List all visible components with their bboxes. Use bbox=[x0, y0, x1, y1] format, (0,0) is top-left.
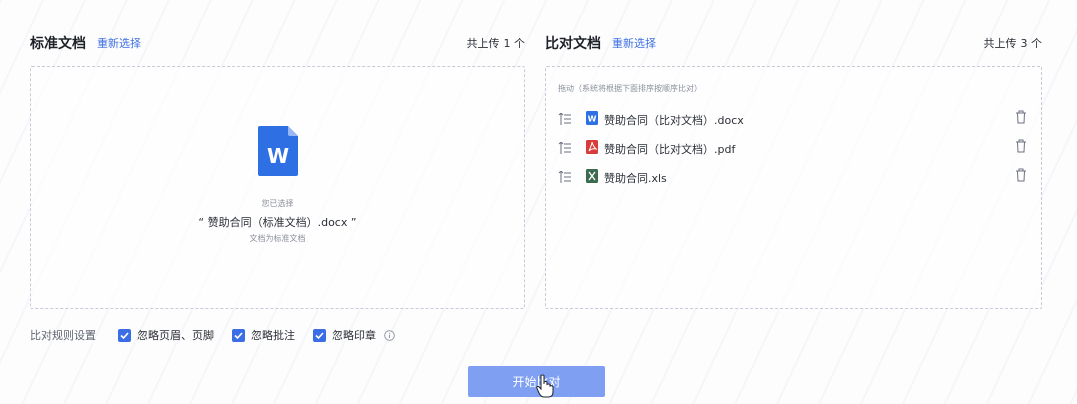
standard-dropzone[interactable]: W 您已选择 “ 赞助合同（标准文档）.docx ” 文档为标准文档 bbox=[30, 66, 525, 309]
standard-reselect-link[interactable]: 重新选择 bbox=[97, 35, 141, 51]
compare-upload-count: 共上传 3 个 bbox=[984, 35, 1043, 51]
compare-count-label: 共上传 bbox=[983, 37, 1017, 50]
chosen-label: 您已选择 bbox=[261, 199, 294, 208]
delete-icon[interactable] bbox=[1015, 110, 1027, 124]
compare-file-list: 拖动（系统将根据下面排序按顺序比对） W 赞助合同（比对文档）.docx 赞助合… bbox=[545, 66, 1042, 309]
compare-reselect-link[interactable]: 重新选择 bbox=[612, 35, 656, 51]
standard-title: 标准文档 bbox=[30, 36, 86, 52]
hand-cursor-icon bbox=[536, 374, 554, 398]
compare-document-panel: 比对文档 重新选择 共上传 3 个 拖动（系统将根据下面排序按顺序比对） W 赞助… bbox=[545, 0, 1042, 309]
svg-text:W: W bbox=[588, 115, 597, 124]
drag-handle-icon[interactable] bbox=[558, 142, 571, 154]
compare-count-value: 3 个 bbox=[1020, 37, 1043, 50]
checkbox-checked-icon[interactable] bbox=[118, 328, 131, 342]
pdf-file-icon bbox=[586, 140, 598, 154]
standard-count-value: 1 个 bbox=[503, 37, 526, 50]
chosen-file-name: “ 赞助合同（标准文档）.docx ” bbox=[198, 216, 357, 229]
ignore-seal-checkbox[interactable]: 忽略印章 bbox=[313, 327, 376, 343]
compare-title: 比对文档 bbox=[545, 36, 601, 52]
chosen-hint: 文档为标准文档 bbox=[249, 234, 306, 243]
standard-upload-count: 共上传 1 个 bbox=[467, 35, 526, 51]
excel-file-icon bbox=[586, 169, 598, 183]
delete-icon[interactable] bbox=[1015, 139, 1027, 153]
file-row[interactable]: 赞助合同（比对文档）.pdf bbox=[558, 138, 1027, 158]
checkbox-label: 忽略页眉、页脚 bbox=[137, 329, 214, 342]
drag-handle-icon[interactable] bbox=[558, 113, 571, 125]
checkbox-checked-icon[interactable] bbox=[232, 328, 245, 342]
file-name: 赞助合同（比对文档）.docx bbox=[604, 114, 744, 127]
word-file-icon: W bbox=[586, 111, 598, 125]
ignore-header-footer-checkbox[interactable]: 忽略页眉、页脚 bbox=[118, 327, 214, 343]
delete-icon[interactable] bbox=[1015, 168, 1027, 182]
ignore-comments-checkbox[interactable]: 忽略批注 bbox=[232, 327, 295, 343]
svg-text:W: W bbox=[267, 144, 289, 168]
drag-hint: 拖动（系统将根据下面排序按顺序比对） bbox=[558, 84, 702, 93]
standard-panel-header: 标准文档 重新选择 共上传 1 个 bbox=[30, 0, 525, 66]
checkbox-label: 忽略印章 bbox=[332, 329, 376, 342]
file-name: 赞助合同.xls bbox=[604, 172, 667, 185]
checkbox-checked-icon[interactable] bbox=[313, 328, 326, 342]
compare-panel-header: 比对文档 重新选择 共上传 3 个 bbox=[545, 0, 1042, 66]
file-row[interactable]: W 赞助合同（比对文档）.docx bbox=[558, 109, 1027, 129]
standard-document-panel: 标准文档 重新选择 共上传 1 个 W 您已选择 “ 赞助合同（标准文档）.doc… bbox=[30, 0, 525, 309]
standard-count-label: 共上传 bbox=[466, 37, 500, 50]
file-name: 赞助合同（比对文档）.pdf bbox=[604, 143, 736, 156]
rules-label: 比对规则设置 bbox=[30, 329, 96, 342]
drag-handle-icon[interactable] bbox=[558, 171, 571, 183]
file-row[interactable]: 赞助合同.xls bbox=[558, 167, 1027, 187]
compare-rules: 比对规则设置 忽略页眉、页脚 忽略批注 忽略印章 bbox=[30, 326, 395, 344]
word-doc-icon: W bbox=[258, 126, 298, 176]
checkbox-label: 忽略批注 bbox=[251, 329, 295, 342]
info-icon[interactable] bbox=[384, 329, 395, 341]
